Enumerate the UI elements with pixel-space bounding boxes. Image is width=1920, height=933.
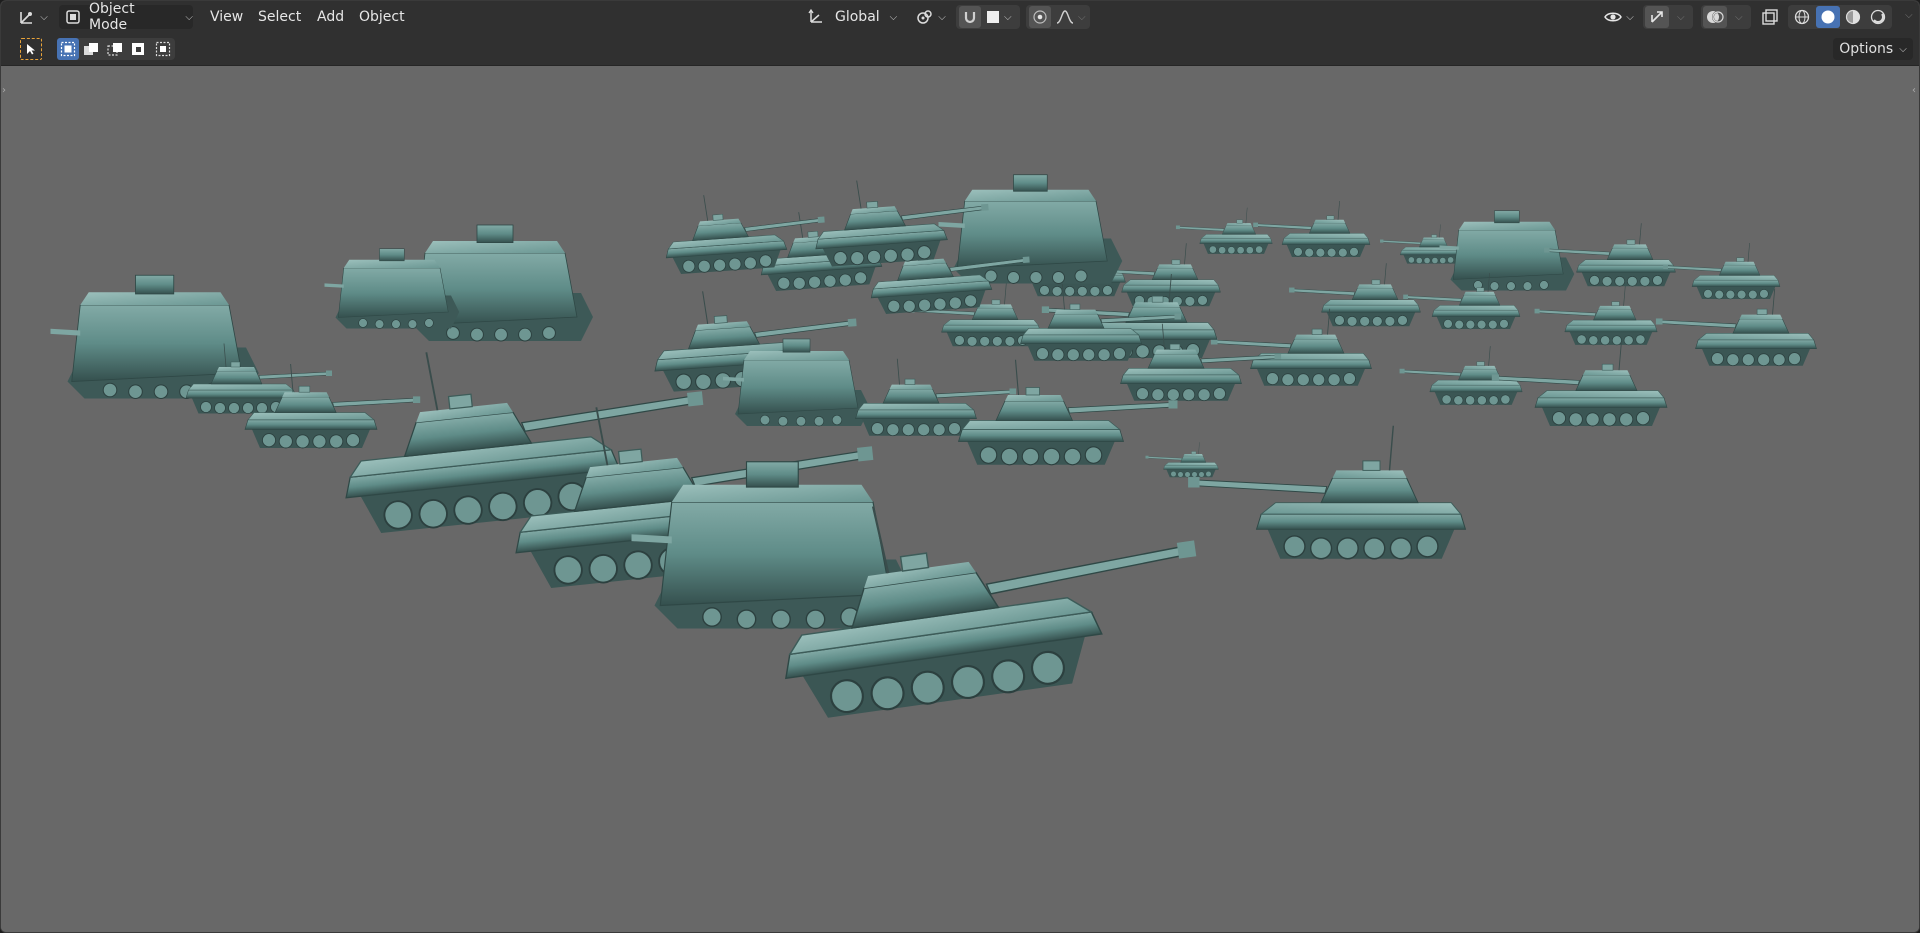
eye-icon (1604, 10, 1623, 24)
chevron-down-icon[interactable]: ⌵ (1004, 12, 1012, 23)
pivot-point-dropdown[interactable]: ⌵ (913, 5, 949, 29)
gizmo-group: ⌵ (1643, 5, 1693, 29)
magnet-icon[interactable] (959, 6, 981, 28)
falloff-curve-icon[interactable] (1056, 9, 1074, 25)
axis-cursor-icon (18, 8, 36, 26)
options-label: Options (1839, 41, 1894, 57)
invert-icon[interactable] (127, 38, 151, 60)
intersect-icon[interactable] (151, 38, 175, 60)
mode-dropdown[interactable]: Object Mode ⌵ (59, 1, 193, 33)
chevron-down-icon: ⌵ (185, 11, 193, 23)
mode-label: Object Mode (89, 1, 135, 33)
wireframe-sphere-icon[interactable] (1791, 6, 1813, 28)
proportional-editing-group: ⌵ (1026, 5, 1090, 29)
object-mode-icon (65, 9, 81, 25)
tank-model-34[interactable] (1146, 442, 1219, 477)
snapping-group: ⌵ (956, 5, 1020, 29)
menu-add[interactable]: Add (317, 5, 344, 29)
chevron-down-icon: ⌵ (1626, 11, 1634, 23)
tank-model-11[interactable] (1535, 286, 1658, 345)
tank-model-12[interactable] (1656, 289, 1817, 366)
orientation-label: Global (835, 9, 880, 25)
orientation-gizmo-icon (807, 8, 825, 26)
overlay-group: ⌵ (1701, 5, 1751, 29)
shading-mode-group (1788, 5, 1892, 29)
tank-model-35[interactable] (1188, 426, 1465, 559)
tool-settings-bar: Options ⌵ (1, 33, 1919, 66)
chevron-down-icon: ⌵ (1899, 43, 1907, 55)
extend-icon[interactable] (79, 38, 103, 60)
transform-orientation-dropdown[interactable]: Global ⌵ (803, 5, 903, 29)
overlay-circles-icon[interactable] (1703, 6, 1727, 28)
chevron-down-icon[interactable]: ⌵ (1905, 10, 1913, 21)
chevron-down-icon: ⌵ (40, 11, 48, 23)
pivot-point-icon (916, 8, 934, 26)
selection-mode-group (57, 38, 175, 60)
tank-model-1[interactable] (1176, 208, 1272, 254)
menu-view[interactable]: View (210, 5, 243, 29)
editor-type-button[interactable]: ⌵ (13, 5, 53, 29)
rendered-sphere-icon[interactable] (1867, 6, 1889, 28)
solid-sphere-icon[interactable] (1815, 6, 1840, 28)
blender-3d-viewport-window: ⌵ Object Mode ⌵ View Select Add Object G… (0, 0, 1920, 933)
chevron-down-icon[interactable]: ⌵ (1735, 12, 1743, 23)
chevron-down-icon[interactable]: ⌵ (1078, 12, 1086, 23)
options-dropdown[interactable]: Options ⌵ (1833, 38, 1913, 60)
material-sphere-icon[interactable] (1842, 6, 1864, 28)
chevron-down-icon: ⌵ (889, 11, 898, 23)
proportional-circle-icon[interactable] (1029, 6, 1051, 28)
tank-model-6[interactable] (1663, 243, 1780, 299)
set-new-icon[interactable] (57, 38, 79, 60)
chevron-down-icon: ⌵ (938, 11, 946, 23)
chevron-down-icon[interactable]: ⌵ (1677, 12, 1685, 23)
menu-select[interactable]: Select (258, 5, 301, 29)
select-cursor-icon[interactable] (20, 38, 42, 60)
square-snap-icon[interactable] (986, 10, 1000, 24)
gizmo-arrow-icon[interactable] (1645, 6, 1669, 28)
tank-models-scene[interactable] (1, 66, 1920, 933)
xray-icon (1762, 9, 1778, 25)
tank-model-2[interactable] (1253, 201, 1370, 257)
viewport-header: ⌵ Object Mode ⌵ View Select Add Object G… (1, 1, 1919, 33)
tank-model-9[interactable] (1289, 263, 1420, 326)
menu-object[interactable]: Object (359, 5, 405, 29)
3d-viewport[interactable]: › ‹ (1, 66, 1920, 933)
xray-toggle[interactable] (1758, 5, 1782, 29)
visibility-dropdown[interactable]: ⌵ (1601, 5, 1637, 29)
tank-model-3[interactable] (1380, 224, 1462, 263)
tank-model-14[interactable] (1400, 346, 1523, 405)
subtract-icon[interactable] (103, 38, 127, 60)
